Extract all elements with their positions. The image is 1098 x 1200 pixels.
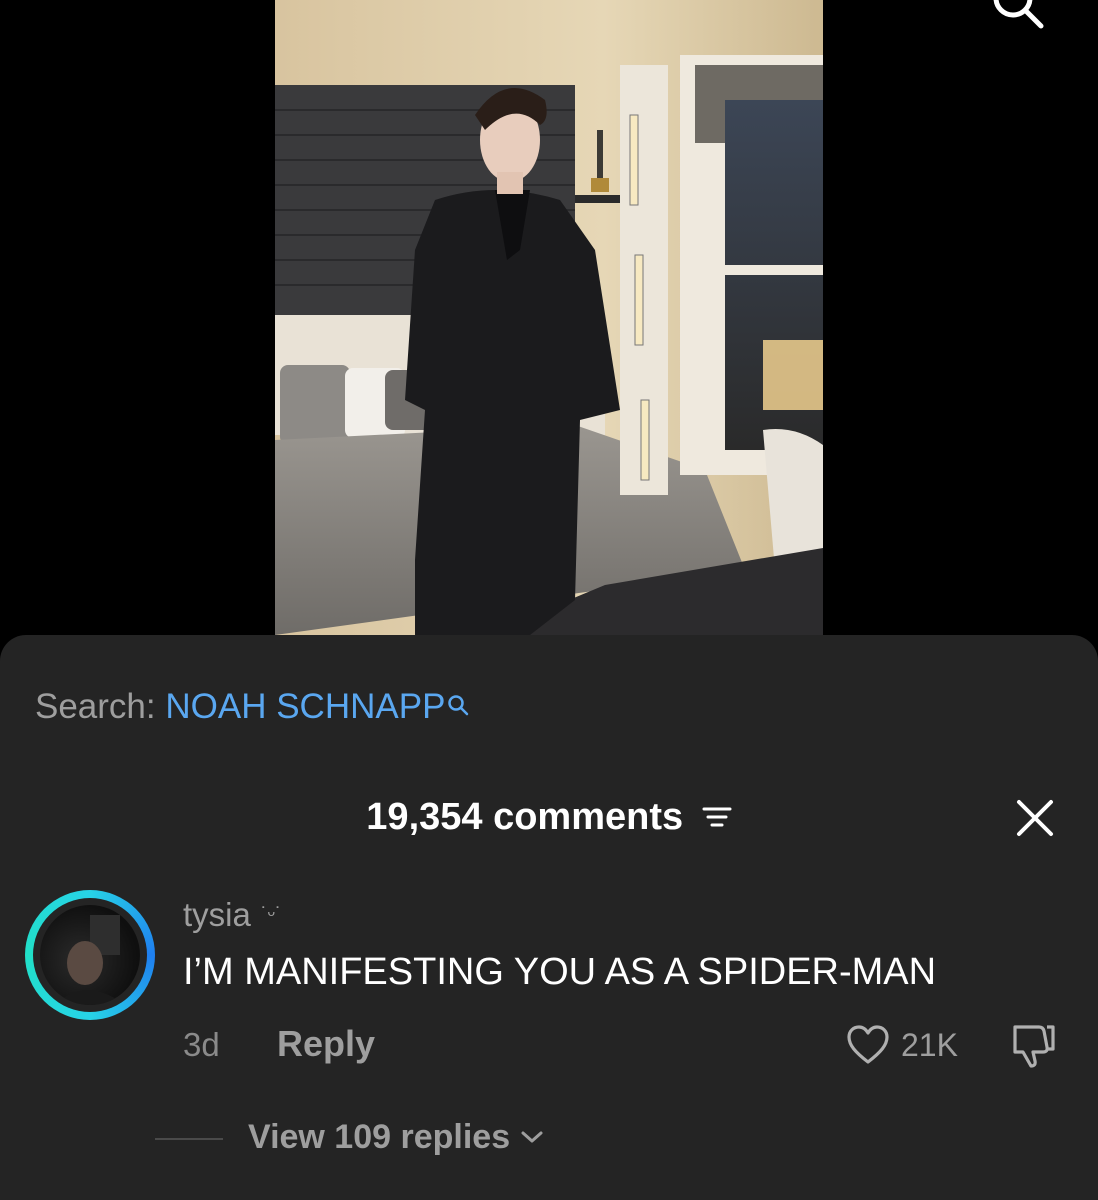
avatar-story-ring[interactable] (25, 890, 155, 1020)
related-search-link[interactable]: Search: NOAH SCHNAPP (35, 687, 469, 727)
search-term-label[interactable]: NOAH SCHNAPP (165, 687, 445, 726)
dislike-icon (1013, 1025, 1055, 1068)
dislike-button[interactable] (1005, 1019, 1057, 1071)
video-player[interactable] (275, 0, 823, 635)
close-icon (1017, 800, 1053, 836)
comments-count-label: 19,354 comments (366, 796, 684, 838)
replies-divider (155, 1138, 223, 1140)
reply-button[interactable]: Reply (277, 1023, 375, 1065)
comment-text: I’M MANIFESTING YOU AS A SPIDER-MAN (183, 951, 937, 993)
avatar (40, 905, 140, 1005)
username-decoration: ˙ᵕ˙ (260, 904, 282, 926)
comments-count-header: 19,354 comments (0, 795, 1098, 839)
video-frame-image (275, 0, 823, 635)
username-label: tysia (183, 896, 251, 933)
comment-username[interactable]: tysia ˙ᵕ˙ (183, 895, 282, 935)
close-button[interactable] (1010, 793, 1060, 843)
search-prefix-label: Search: (35, 687, 156, 726)
heart-icon (847, 1025, 889, 1064)
sort-icon[interactable] (702, 795, 732, 839)
search-icon (447, 685, 469, 725)
like-count: 21K (901, 1026, 958, 1063)
view-replies-button[interactable]: View 109 replies (248, 1117, 544, 1157)
comment-timestamp: 3d (183, 1026, 220, 1063)
like-button[interactable]: 21K (845, 1023, 958, 1067)
chevron-down-icon (521, 1131, 543, 1143)
comments-sheet: Search: NOAH SCHNAPP 19,354 comments tys… (0, 635, 1098, 1200)
search-icon[interactable] (985, 0, 1045, 32)
view-replies-label: View 109 replies (248, 1118, 511, 1156)
